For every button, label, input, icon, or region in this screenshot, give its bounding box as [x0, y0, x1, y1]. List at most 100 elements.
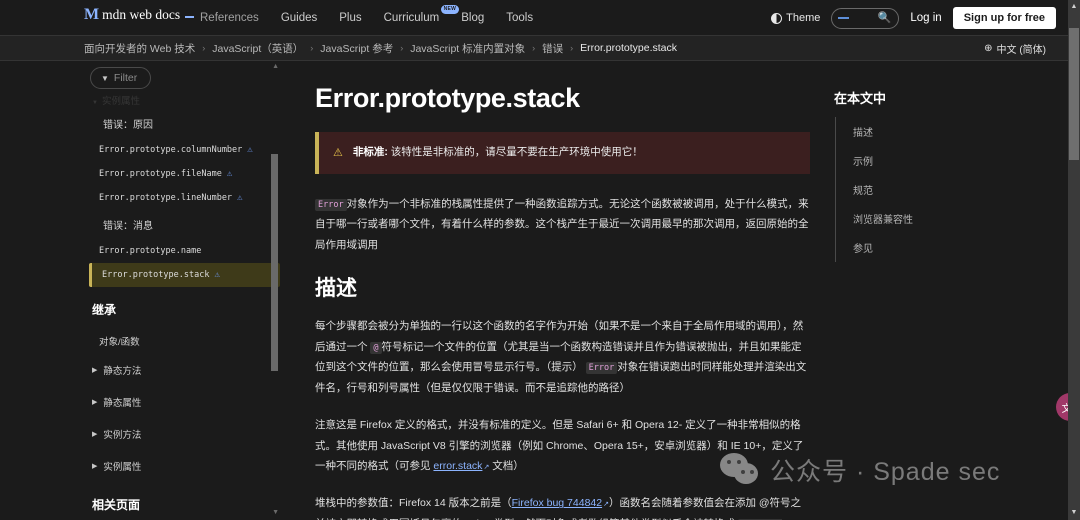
- chevron-down-icon: ▼: [92, 100, 98, 106]
- toc-item-browser-compat[interactable]: 浏览器兼容性: [836, 204, 1010, 233]
- sidebar-group-collapsed[interactable]: ▼ 实例属性: [75, 91, 290, 109]
- warning-icon: ⚠: [333, 147, 343, 160]
- errorstack-link[interactable]: error.stack: [433, 460, 482, 472]
- sidebar-item-columnnumber[interactable]: Error.prototype.columnNumber ⚠: [75, 138, 290, 162]
- sidebar-item-name[interactable]: Error.prototype.name: [75, 239, 290, 263]
- breadcrumb-bar: 面向开发者的 Web 技术 › JavaScript（英语） › JavaScr…: [0, 36, 1068, 61]
- para3-part-a: 堆栈中的参数值：Firefox 14 版本之前是（: [315, 497, 512, 510]
- sidebar-scrollbar-thumb[interactable]: [271, 154, 278, 371]
- breadcrumb-item-current: Error.prototype.stack: [580, 42, 678, 54]
- warning-icon: ⚠: [237, 193, 243, 203]
- para2-part-b: 文档）: [492, 459, 524, 472]
- nav-item-guides[interactable]: Guides: [281, 12, 317, 24]
- breadcrumb-item-3[interactable]: JavaScript 标准内置对象: [410, 41, 525, 56]
- sidebar-tree-instance-properties[interactable]: ▶ 实例属性: [75, 450, 290, 482]
- warning-icon: ⚠: [247, 145, 253, 155]
- toc-item-description[interactable]: 描述: [836, 117, 1010, 146]
- login-link[interactable]: Log in: [910, 12, 941, 24]
- sidebar-scroll-up-arrow[interactable]: ▲: [272, 63, 279, 70]
- globe-icon: ⊕: [984, 42, 993, 54]
- inline-code-at: @: [370, 341, 382, 354]
- mdn-logo-mark: M: [84, 6, 99, 23]
- table-of-contents: 在本文中 描述 示例 规范 浏览器兼容性 参见: [830, 61, 1010, 520]
- page-scrollbar-thumb[interactable]: [1069, 28, 1079, 160]
- sidebar-item-error-cause[interactable]: 错误：原因: [75, 109, 290, 138]
- toc-item-see-also[interactable]: 参见: [836, 233, 1010, 262]
- warning-icon: ⚠: [214, 270, 220, 280]
- toc-title: 在本文中: [834, 91, 887, 106]
- main-nav: References Guides Plus Curriculum NEW Bl…: [200, 0, 533, 36]
- sidebar-tree-instance-methods[interactable]: ▶ 实例方法: [75, 418, 290, 450]
- sidebar-filter-button[interactable]: ▼ Filter: [90, 67, 152, 89]
- mdn-logo[interactable]: M mdn web docs: [84, 6, 195, 23]
- new-badge: NEW: [440, 5, 460, 14]
- breadcrumb: 面向开发者的 Web 技术 › JavaScript（英语） › JavaScr…: [84, 41, 677, 56]
- sidebar-tree-label: 实例属性: [103, 462, 142, 473]
- non-standard-notice: ⚠ 非标准: 该特性是非标准的，请尽量不要在生产环境中使用它！: [315, 132, 810, 174]
- nav-item-curriculum-label: Curriculum: [383, 12, 440, 24]
- sidebar-scroll-down-arrow[interactable]: ▼: [272, 509, 279, 516]
- breadcrumb-item-0[interactable]: 面向开发者的 Web 技术: [84, 41, 195, 56]
- sidebar-heading-inherit: 继承: [92, 303, 117, 317]
- sidebar-item-label: Error.prototype.columnNumber: [99, 145, 243, 155]
- scroll-down-arrow[interactable]: ▼: [1068, 506, 1080, 520]
- left-sidebar: ▲ ▼ Filter ▼ 实例属性 错误：原因 Error.prototype.c…: [75, 61, 290, 520]
- notice-body-label: 该特性是非标准的，请尽量不要在生产环境中使用它！: [390, 146, 643, 158]
- chevron-right-icon: ▶: [92, 463, 98, 470]
- page-title: Error.prototype.stack: [315, 83, 580, 113]
- inline-code-error-2: Error: [585, 362, 618, 375]
- main-content: Error.prototype.stack ⚠ 非标准: 该特性是非标准的，请尽…: [305, 61, 810, 520]
- breadcrumb-item-4[interactable]: 错误: [542, 41, 563, 56]
- sidebar-filter-label: Filter: [113, 72, 138, 84]
- theme-label: Theme: [786, 12, 821, 24]
- sidebar-tree-static-methods[interactable]: ▶ 静态方法: [75, 354, 290, 386]
- sidebar-scroll-region: ▼ 实例属性 错误：原因 Error.prototype.columnNumber…: [75, 91, 290, 520]
- description-paragraph-1: 每个步骤都会被分为单独的一行以这个函数的名字作为开始（如果不是一个来自于全局作用…: [315, 316, 810, 398]
- nav-item-references[interactable]: References: [200, 12, 259, 24]
- theme-toggle-button[interactable]: Theme: [771, 12, 820, 24]
- breadcrumb-separator: ›: [202, 43, 206, 53]
- nav-item-curriculum[interactable]: Curriculum NEW: [383, 5, 460, 24]
- sidebar-item-label: Error.prototype.stack: [102, 270, 210, 280]
- sidebar-heading-related: 相关页面: [92, 498, 141, 512]
- toc-item-examples[interactable]: 示例: [836, 146, 1010, 175]
- signup-button[interactable]: Sign up for free: [952, 7, 1056, 29]
- notice-bold-label: 非标准:: [352, 146, 388, 158]
- header-actions: Theme 🔍 Log in Sign up for free: [771, 0, 1056, 36]
- warning-icon: ⚠: [226, 169, 233, 179]
- page-scrollbar[interactable]: ▲ ▼: [1068, 0, 1080, 520]
- toc-item-spec[interactable]: 规范: [836, 175, 1010, 204]
- sidebar-item-label: Error.prototype.name: [99, 246, 202, 256]
- sidebar-item-filename[interactable]: Error.prototype.fileName ⚠: [75, 162, 290, 186]
- description-paragraph-2: 注意这是 Firefox 定义的格式，并没有标准的定义。但是 Safari 6+…: [315, 415, 810, 476]
- sidebar-item-linenumber[interactable]: Error.prototype.lineNumber ⚠: [75, 186, 290, 210]
- nav-item-plus[interactable]: Plus: [339, 12, 361, 24]
- sidebar-item-stack[interactable]: Error.prototype.stack ⚠: [89, 263, 280, 287]
- breadcrumb-item-1[interactable]: JavaScript（英语）: [212, 41, 303, 56]
- chevron-right-icon: ▶: [92, 431, 98, 438]
- nav-item-tools[interactable]: Tools: [506, 12, 533, 24]
- filter-icon: ▼: [101, 73, 109, 83]
- sidebar-item-error-message[interactable]: 错误：消息: [75, 210, 290, 239]
- chevron-right-icon: ▶: [92, 367, 98, 374]
- toc-list: 描述 示例 规范 浏览器兼容性 参见: [835, 117, 1010, 262]
- language-switcher[interactable]: ⊕ 中文 (简体): [984, 41, 1046, 56]
- top-header: M mdn web docs References Guides Plus Cu…: [0, 0, 1068, 36]
- description-paragraph-3: 堆栈中的参数值：Firefox 14 版本之前是（Firefox bug 744…: [315, 493, 810, 520]
- scroll-up-arrow[interactable]: ▲: [1068, 0, 1080, 14]
- sidebar-subheading-object-function[interactable]: 对象/函数: [75, 328, 290, 354]
- contrast-icon: [771, 12, 783, 24]
- chevron-right-icon: ▶: [92, 399, 98, 406]
- external-link-icon: ↗: [483, 463, 490, 471]
- sidebar-tree-static-properties[interactable]: ▶ 静态属性: [75, 386, 290, 418]
- breadcrumb-item-2[interactable]: JavaScript 参考: [320, 41, 393, 56]
- intro-paragraph: Error 对象作为一个非标准的栈属性提供了一种函数追踪方式。无论这个函数被被调用…: [315, 194, 810, 255]
- sidebar-group-collapsed-label: 实例属性: [101, 96, 140, 107]
- sidebar-item-label: Error.prototype.lineNumber: [99, 193, 233, 203]
- language-label: 中文 (简体): [996, 44, 1046, 56]
- inline-code-error: Error: [315, 198, 347, 211]
- sidebar-tree-label: 静态方法: [103, 366, 142, 377]
- nav-item-blog[interactable]: Blog: [461, 12, 484, 24]
- firefox-bug-link[interactable]: Firefox bug 744842: [512, 497, 602, 509]
- search-input[interactable]: 🔍: [831, 7, 900, 29]
